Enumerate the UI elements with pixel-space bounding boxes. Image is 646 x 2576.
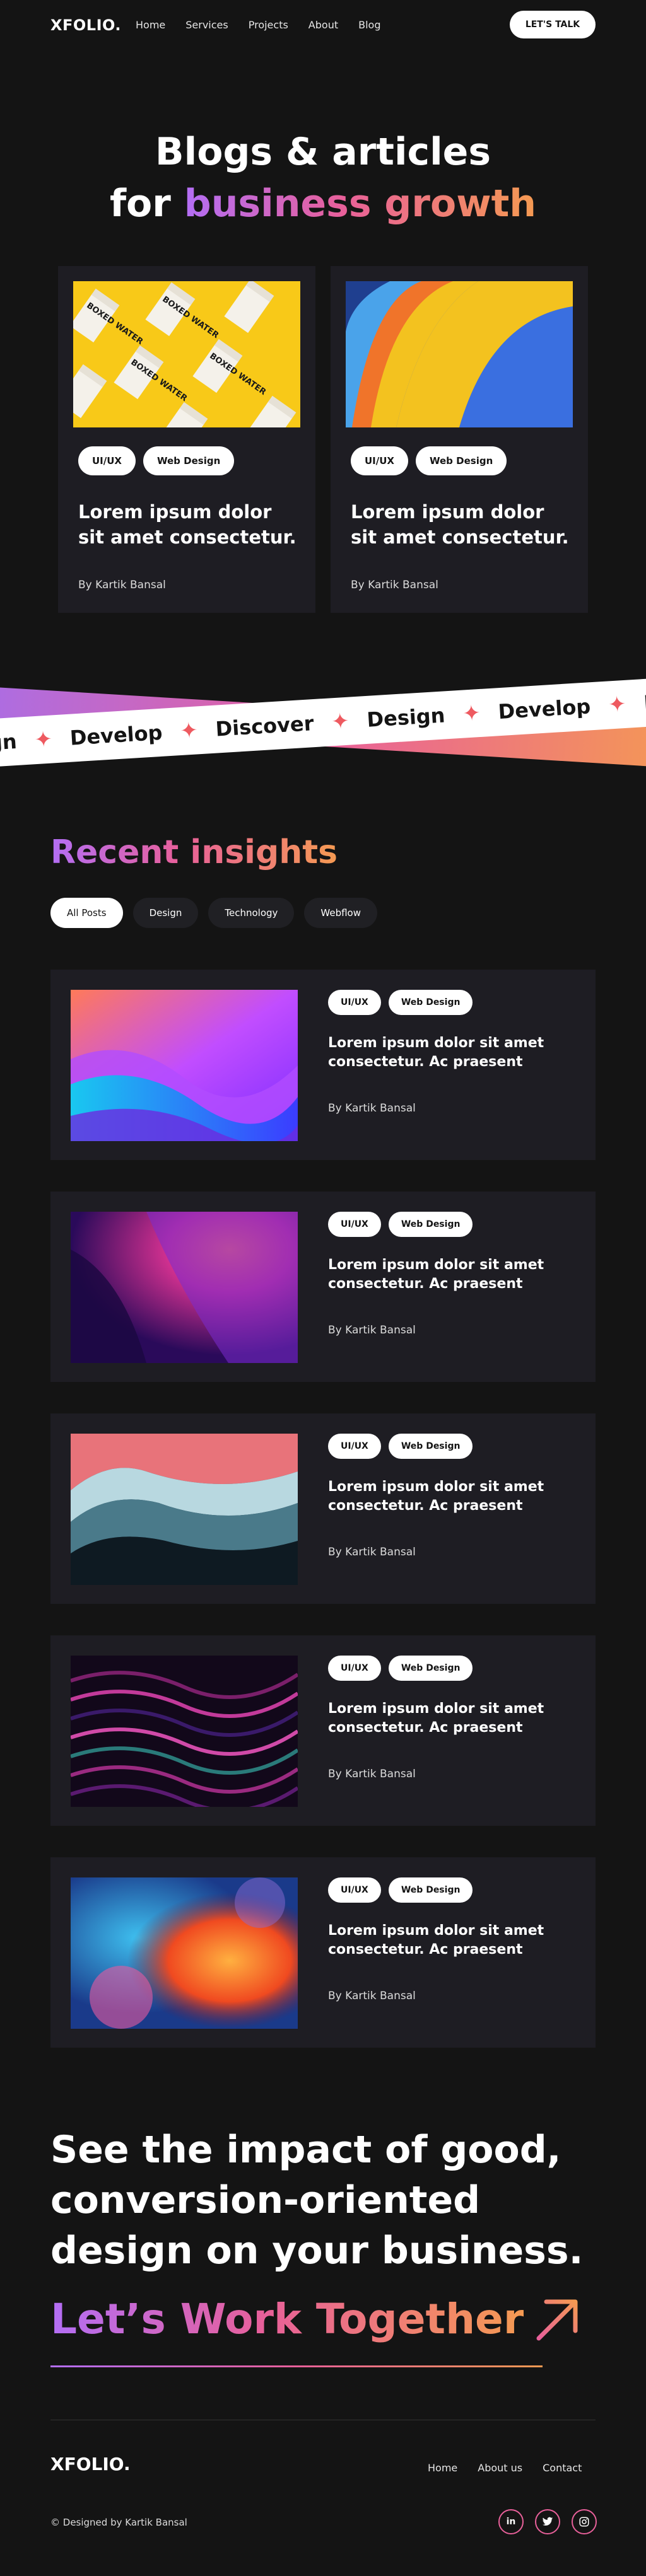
purple-waves-image	[71, 990, 298, 1141]
lets-work-together-link[interactable]: Let’s Work Together	[50, 2295, 582, 2343]
footer-link-contact[interactable]: Contact	[543, 2462, 582, 2474]
tag-list: UI/UX Web Design	[328, 990, 473, 1015]
linkedin-icon[interactable]: in	[498, 2509, 524, 2534]
four-point-star-icon: ✦	[331, 708, 350, 735]
post-author: By Kartik Bansal	[328, 1324, 416, 1337]
page-title: Blogs & articles for business growth	[0, 126, 646, 229]
featured-blog-card-2[interactable]: UI/UX Web Design Lorem ipsum dolor sit a…	[331, 266, 588, 613]
post-title[interactable]: Lorem ipsum dolor sit amet consectetur. …	[328, 1700, 555, 1738]
post-card-4[interactable]: UI/UX Web Design Lorem ipsum dolor sit a…	[50, 1635, 596, 1826]
post-author: By Kartik Bansal	[328, 1990, 416, 2002]
marquee-word: Develop	[69, 720, 163, 750]
tag-list: UI/UX Web Design	[328, 1212, 473, 1237]
tag-list: UI/UX Web Design	[328, 1656, 473, 1681]
marquee-word: Develop	[497, 694, 592, 724]
nav-link-about[interactable]: About	[308, 19, 338, 31]
hero-line-2-gradient: business growth	[184, 182, 537, 226]
blog-title[interactable]: Lorem ipsum dolor sit amet consectetur.	[351, 499, 572, 550]
marquee-word: Di	[643, 689, 646, 716]
footer-logo[interactable]: XFOLIO.	[50, 2454, 131, 2474]
marquee-banner: gn ✦ Develop ✦ Discover ✦ Design ✦ Devel…	[0, 668, 646, 782]
twitter-icon[interactable]	[535, 2509, 560, 2534]
hero-line-1: Blogs & articles	[155, 130, 491, 174]
color-waves-image	[346, 281, 573, 427]
footer-links: Home About us Contact	[428, 2462, 582, 2474]
post-card-5[interactable]: UI/UX Web Design Lorem ipsum dolor sit a…	[50, 1857, 596, 2048]
nav-link-home[interactable]: Home	[136, 19, 165, 31]
post-author: By Kartik Bansal	[328, 1546, 416, 1558]
tag-web-design[interactable]: Web Design	[388, 1656, 473, 1681]
four-point-star-icon: ✦	[607, 691, 627, 718]
post-card-2[interactable]: UI/UX Web Design Lorem ipsum dolor sit a…	[50, 1192, 596, 1382]
post-author: By Kartik Bansal	[328, 1768, 416, 1780]
four-point-star-icon: ✦	[33, 726, 54, 753]
fluid-art-image	[71, 1434, 298, 1585]
tag-web-design[interactable]: Web Design	[388, 990, 473, 1015]
tag-web-design[interactable]: Web Design	[388, 1212, 473, 1237]
tag-uiux[interactable]: UI/UX	[328, 1434, 381, 1459]
boxed-water-image: BOXED WATER BOXED WATER BOXED WATER BOXE…	[73, 281, 300, 427]
tag-web-design[interactable]: Web Design	[388, 1434, 473, 1459]
instagram-icon[interactable]	[572, 2509, 597, 2534]
cta-underline	[50, 2365, 543, 2367]
post-title[interactable]: Lorem ipsum dolor sit amet consectetur. …	[328, 1256, 555, 1294]
marquee-word: Discover	[214, 711, 315, 741]
tag-uiux[interactable]: UI/UX	[328, 990, 381, 1015]
filter-design[interactable]: Design	[132, 898, 199, 928]
marquee-word: gn	[0, 729, 18, 755]
top-nav: XFOLIO. Home Services Projects About Blo…	[0, 0, 646, 50]
featured-blog-card-1[interactable]: BOXED WATER BOXED WATER BOXED WATER BOXE…	[58, 266, 315, 613]
tag-web-design[interactable]: Web Design	[388, 1877, 473, 1903]
tag-web-design[interactable]: Web Design	[143, 446, 235, 475]
nav-link-blog[interactable]: Blog	[358, 19, 380, 31]
color-smoke-image	[71, 1877, 298, 2029]
tag-list: UI/UX Web Design	[328, 1434, 473, 1459]
post-title[interactable]: Lorem ipsum dolor sit amet consectetur. …	[328, 1034, 555, 1072]
cta-link-label: Let’s Work Together	[50, 2295, 524, 2343]
tag-uiux[interactable]: UI/UX	[351, 446, 408, 475]
blog-author: By Kartik Bansal	[351, 579, 438, 591]
tag-list: UI/UX Web Design	[351, 446, 507, 475]
filter-webflow[interactable]: Webflow	[304, 898, 378, 928]
lets-talk-button[interactable]: LET'S TALK	[510, 11, 596, 38]
cta-statement: See the impact of good, conversion-orien…	[50, 2128, 584, 2273]
post-filters: All Posts Design Technology Webflow	[50, 898, 378, 928]
four-point-star-icon: ✦	[462, 700, 481, 727]
arrow-up-right-icon	[536, 2299, 578, 2340]
tag-uiux[interactable]: UI/UX	[328, 1656, 381, 1681]
nav-link-services[interactable]: Services	[185, 19, 228, 31]
post-card-3[interactable]: UI/UX Web Design Lorem ipsum dolor sit a…	[50, 1413, 596, 1604]
recent-insights-title: Recent insights	[50, 833, 338, 871]
social-links: in	[498, 2509, 597, 2534]
tag-list: UI/UX Web Design	[78, 446, 235, 475]
nav-link-projects[interactable]: Projects	[249, 19, 288, 31]
tag-uiux[interactable]: UI/UX	[328, 1877, 381, 1903]
footer-link-home[interactable]: Home	[428, 2462, 457, 2474]
violet-glow-image	[71, 1212, 298, 1363]
post-card-1[interactable]: UI/UX Web Design Lorem ipsum dolor sit a…	[50, 970, 596, 1160]
nav-links: Home Services Projects About Blog	[136, 19, 380, 31]
instagram-camera-icon	[579, 2517, 589, 2527]
tag-web-design[interactable]: Web Design	[416, 446, 507, 475]
linkedin-label: in	[506, 2517, 516, 2527]
filter-all-posts[interactable]: All Posts	[50, 898, 123, 928]
post-title[interactable]: Lorem ipsum dolor sit amet consectetur. …	[328, 1478, 555, 1516]
post-author: By Kartik Bansal	[328, 1102, 416, 1115]
post-title[interactable]: Lorem ipsum dolor sit amet consectetur. …	[328, 1922, 555, 1959]
twitter-bird-icon	[542, 2517, 553, 2526]
marquee-word: Design	[366, 703, 446, 732]
hero-line-2-plain: for	[109, 182, 171, 226]
tag-uiux[interactable]: UI/UX	[78, 446, 136, 475]
tag-list: UI/UX Web Design	[328, 1877, 473, 1903]
fiber-waves-image	[71, 1656, 298, 1807]
footer-link-about-us[interactable]: About us	[478, 2462, 522, 2474]
filter-technology[interactable]: Technology	[208, 898, 295, 928]
blog-title[interactable]: Lorem ipsum dolor sit amet consectetur.	[78, 499, 299, 550]
blog-author: By Kartik Bansal	[78, 579, 166, 591]
logo[interactable]: XFOLIO.	[50, 16, 121, 34]
four-point-star-icon: ✦	[179, 717, 199, 745]
copyright: © Designed by Kartik Bansal	[50, 2517, 187, 2528]
tag-uiux[interactable]: UI/UX	[328, 1212, 381, 1237]
